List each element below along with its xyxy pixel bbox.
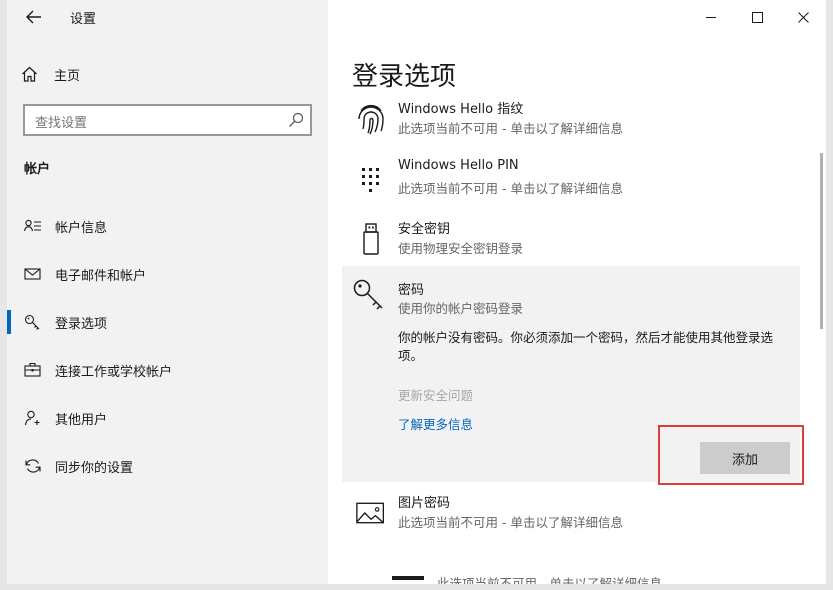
home-icon (22, 66, 37, 82)
person-list-icon (24, 219, 41, 232)
back-arrow-icon (26, 10, 41, 24)
next-option-icon (392, 576, 424, 580)
highlight-box (658, 425, 804, 485)
search-icon (289, 112, 304, 127)
selection-indicator (7, 310, 11, 334)
learn-more-link[interactable]: 了解更多信息 (398, 414, 473, 433)
option-name: 密码 (398, 283, 425, 298)
option-name: 图片密码 (398, 496, 451, 511)
usb-key-icon (363, 223, 379, 255)
option-name: Windows Hello PIN (398, 158, 519, 173)
sidebar: 设置 主页 查找设置 帐户 帐户信息 电子邮件和帐户 登录选项 连接工作或学校帐… (7, 0, 328, 584)
maximize-button[interactable] (734, 0, 780, 34)
option-desc: 此选项当前不可用 - 单击以了解详细信息 (398, 181, 623, 196)
mail-icon (24, 268, 41, 280)
option-pin[interactable]: Windows Hello PIN 此选项当前不可用 - 单击以了解详细信息 (352, 158, 802, 214)
key-icon (353, 279, 383, 310)
option-name: Windows Hello 指纹 (398, 102, 524, 117)
option-desc: 此选项当前不可用 - 单击以了解详细信息 (398, 515, 623, 530)
sync-icon (25, 459, 41, 473)
option-fingerprint[interactable]: Windows Hello 指纹 此选项当前不可用 - 单击以了解详细信息 (352, 98, 802, 154)
pin-keypad-icon (362, 168, 379, 192)
search-input[interactable]: 查找设置 (23, 104, 312, 136)
sidebar-item-label: 帐户信息 (55, 221, 108, 236)
key-icon (24, 314, 40, 330)
back-button[interactable] (21, 6, 47, 28)
sidebar-item-label: 电子邮件和帐户 (55, 269, 147, 284)
sidebar-item-account-info[interactable]: 帐户信息 (7, 208, 328, 244)
home-label: 主页 (54, 68, 81, 84)
section-title: 帐户 (24, 162, 51, 177)
add-person-icon (24, 410, 40, 426)
sidebar-item-other-users[interactable]: 其他用户 (7, 400, 328, 436)
sidebar-item-sync[interactable]: 同步你的设置 (7, 448, 328, 484)
sidebar-item-label: 连接工作或学校帐户 (55, 365, 173, 380)
home-button[interactable]: 主页 (21, 60, 80, 88)
sidebar-item-label: 同步你的设置 (55, 461, 134, 476)
maximize-icon (751, 11, 763, 23)
search-placeholder: 查找设置 (35, 116, 88, 131)
minimize-button[interactable] (688, 0, 734, 34)
update-security-questions-link: 更新安全问题 (398, 388, 474, 403)
app-title: 设置 (70, 12, 97, 27)
next-option-peek: 此选项当前不可用 - 单击以了解详细信息 (362, 576, 822, 584)
sidebar-item-sign-in-options[interactable]: 登录选项 (7, 304, 328, 340)
option-name: 安全密钥 (398, 222, 451, 237)
sidebar-item-work-school[interactable]: 连接工作或学校帐户 (7, 352, 328, 388)
fingerprint-icon (358, 105, 384, 135)
next-option-desc: 此选项当前不可用 - 单击以了解详细信息 (437, 576, 662, 584)
option-desc: 使用你的帐户密码登录 (398, 301, 524, 316)
page-title: 登录选项 (352, 62, 457, 92)
picture-icon (356, 502, 385, 524)
sidebar-item-label: 登录选项 (55, 317, 108, 332)
settings-window: 设置 主页 查找设置 帐户 帐户信息 电子邮件和帐户 登录选项 连接工作或学校帐… (7, 0, 826, 584)
scrollbar[interactable] (820, 153, 823, 329)
sidebar-item-email[interactable]: 电子邮件和帐户 (7, 256, 328, 292)
password-message: 你的帐户没有密码。你必须添加一个密码，然后才能使用其他登录选项。 (398, 330, 774, 363)
option-desc: 使用物理安全密钥登录 (398, 241, 524, 256)
option-desc: 此选项当前不可用 - 单击以了解详细信息 (398, 121, 623, 136)
close-icon (797, 11, 809, 23)
close-button[interactable] (780, 0, 826, 34)
minimize-icon (705, 16, 716, 18)
sidebar-item-label: 其他用户 (55, 413, 108, 428)
briefcase-icon (24, 362, 41, 377)
option-picture-password[interactable]: 图片密码 此选项当前不可用 - 单击以了解详细信息 (352, 492, 802, 548)
